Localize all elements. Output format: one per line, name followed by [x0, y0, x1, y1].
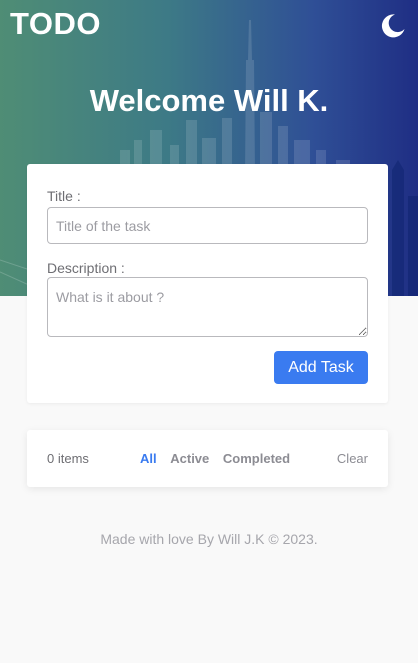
add-task-button[interactable]: Add Task — [274, 351, 368, 384]
new-task-form: Title : Description : Add Task — [27, 164, 388, 403]
task-title-input[interactable] — [47, 207, 368, 244]
footer-credit: Made with love By Will J.K © 2023. — [100, 531, 318, 547]
welcome-heading: Welcome Will K. — [89, 83, 329, 118]
clear-completed-button[interactable]: Clear — [337, 450, 368, 468]
filter-tab-active[interactable]: Active — [170, 451, 209, 466]
filter-tabs: All Active Completed — [140, 450, 290, 468]
title-label: Title : — [47, 188, 81, 204]
task-filter-bar: 0 items All Active Completed Clear — [27, 430, 388, 487]
theme-toggle-button[interactable] — [378, 12, 406, 40]
filter-tab-all[interactable]: All — [140, 451, 157, 466]
items-count: 0 items — [47, 451, 89, 466]
moon-icon — [381, 14, 405, 38]
description-label: Description : — [47, 260, 125, 276]
task-description-input[interactable] — [47, 277, 368, 337]
app-brand: TODO — [10, 6, 101, 41]
filter-tab-completed[interactable]: Completed — [223, 451, 290, 466]
